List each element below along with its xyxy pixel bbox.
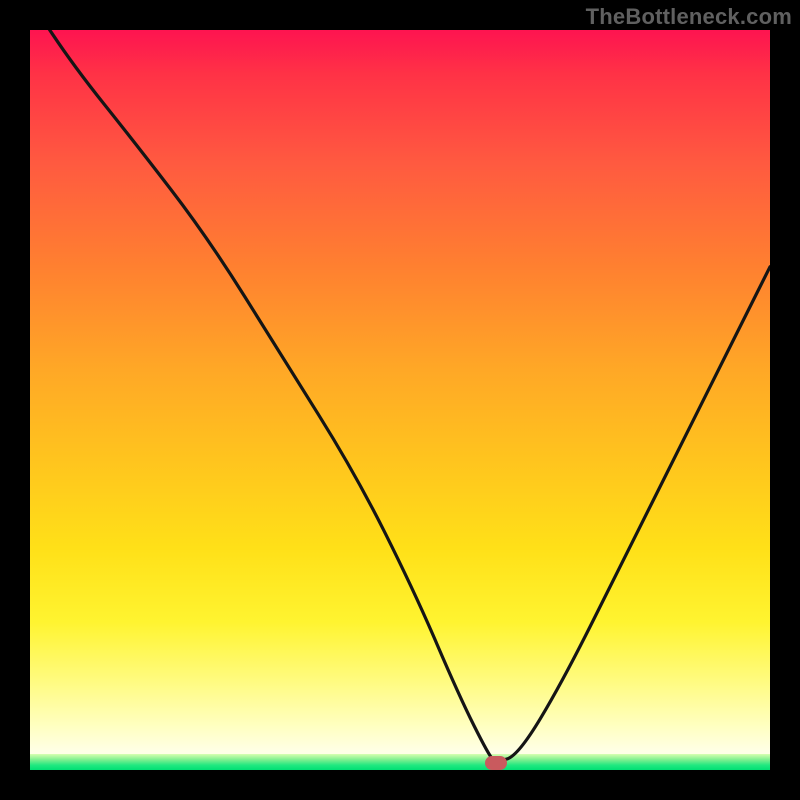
watermark-text: TheBottleneck.com — [586, 4, 792, 30]
plot-area — [30, 30, 770, 770]
chart-frame: TheBottleneck.com — [0, 0, 800, 800]
optimal-marker — [485, 756, 507, 770]
bottleneck-curve — [30, 30, 770, 770]
